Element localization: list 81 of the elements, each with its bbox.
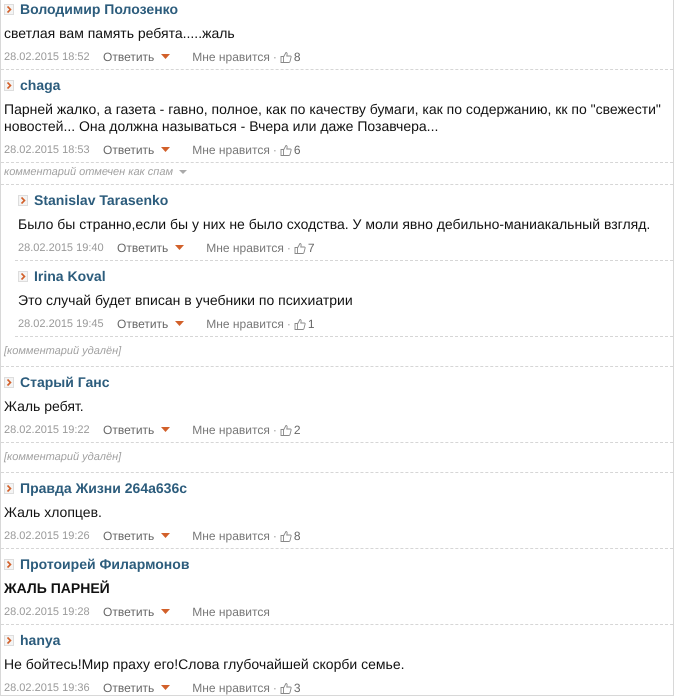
author-link[interactable]: chaga [20,77,60,93]
comment-text: Жаль ребят. [4,398,85,415]
comment-date: 28.02.2015 19:28 [4,606,91,618]
comment-text: Жаль хлопцев. [4,504,103,521]
author-link[interactable]: Stanislav Tarasenko [34,192,168,208]
author-link[interactable]: Володимир Полозенко [20,1,178,17]
comment-date: 28.02.2015 19:36 [4,682,91,694]
author-link[interactable]: Протоирей Филармонов [20,556,190,572]
separator-dot: · [272,50,277,64]
caret-icon[interactable] [161,147,170,152]
caret-icon[interactable] [161,609,170,614]
like-count: 8 [294,528,301,542]
deleted-notice: [комментарий удалён] [4,451,122,463]
chevron-icon [4,376,14,388]
comment-text: Это случай будет вписан в учебники по психиатрии [18,292,354,309]
caret-icon[interactable] [175,245,184,250]
reply-link[interactable]: Ответить [117,316,168,330]
caret-icon[interactable] [161,685,170,690]
separator-dot: · [286,316,291,330]
chevron-icon [4,4,14,14]
reply-link[interactable]: Ответить [103,422,154,436]
caret-icon[interactable] [161,427,170,432]
separator-dot: · [272,528,277,542]
thumbs-up-icon [280,682,292,694]
deleted-notice: [комментарий удалён] [4,345,122,357]
comment-text: ЖАЛЬ ПАРНЕЙ [4,580,111,597]
comment-text: Было бы странно,если бы у них не было сходства. У моли явно дебильно-маниакальный взгляд. [18,216,652,233]
thumbs-up-icon [280,144,292,156]
separator-dot: · [272,142,277,156]
like-count: 6 [294,142,301,156]
caret-icon[interactable] [175,321,184,326]
reply-link[interactable]: Ответить [103,528,154,542]
reply-link[interactable]: Ответить [103,50,154,64]
like-link[interactable]: Мне нравится [192,142,270,156]
comment-text: Парней жалко, а газета - гавно, полное, как по качеству бумаги, как по содержанию, кк по "свежести" новостей... Она должна называться - Вчера или даже Позавчера... [4,101,662,135]
thumbs-up-icon [294,318,306,330]
reply-link[interactable]: Ответить [103,680,154,694]
comment-date: 28.02.2015 19:40 [18,242,105,254]
chevron-icon [4,482,14,494]
like-count: 3 [294,680,301,694]
separator-dot: · [286,240,291,254]
comment-text: Не бойтесь!Мир праху его!Слова глубочайшей скорби семье. [4,656,406,673]
like-link[interactable]: Мне нравится [192,604,270,618]
reply-link[interactable]: Ответить [117,240,168,254]
like-count: 2 [294,422,301,436]
comment-text: светлая вам память ребята.....жаль [4,25,236,42]
like-link[interactable]: Мне нравится [192,528,270,542]
chevron-icon [4,558,14,570]
reply-link[interactable]: Ответить [103,604,154,618]
separator-dot: · [272,422,277,436]
chevron-icon [18,194,28,206]
chevron-icon [18,270,28,282]
like-link[interactable]: Мне нравится [192,680,270,694]
comment-date: 28.02.2015 19:45 [18,318,105,330]
author-link[interactable]: Irina Koval [34,268,106,284]
author-link[interactable]: hanya [20,632,60,648]
reply-link[interactable]: Ответить [103,142,154,156]
thumbs-up-icon [280,424,292,436]
caret-icon[interactable] [161,533,170,538]
thumbs-up-icon [294,242,306,254]
author-link[interactable]: Старый Ганс [20,374,110,390]
like-count: 7 [308,240,315,254]
like-count: 1 [308,316,315,330]
chevron-icon [4,634,14,646]
thumbs-up-icon [280,50,292,62]
author-link[interactable]: Правда Жизни 264a636c [20,480,188,496]
spam-notice: комментарий отмечен как спам [4,166,174,178]
thumbs-up-icon [280,530,292,542]
comment-date: 28.02.2015 18:52 [4,50,91,62]
like-link[interactable]: Мне нравится [192,422,270,436]
like-link[interactable]: Мне нравится [206,316,284,330]
like-link[interactable]: Мне нравится [192,50,270,64]
caret-icon[interactable] [161,54,170,59]
caret-icon[interactable] [179,170,188,174]
chevron-icon [4,80,14,90]
comment-date: 28.02.2015 19:22 [4,424,91,436]
like-link[interactable]: Мне нравится [206,240,284,254]
comment-date: 28.02.2015 18:53 [4,144,91,156]
like-count: 8 [294,50,301,64]
separator-dot: · [272,680,277,694]
comment-date: 28.02.2015 19:26 [4,530,91,542]
